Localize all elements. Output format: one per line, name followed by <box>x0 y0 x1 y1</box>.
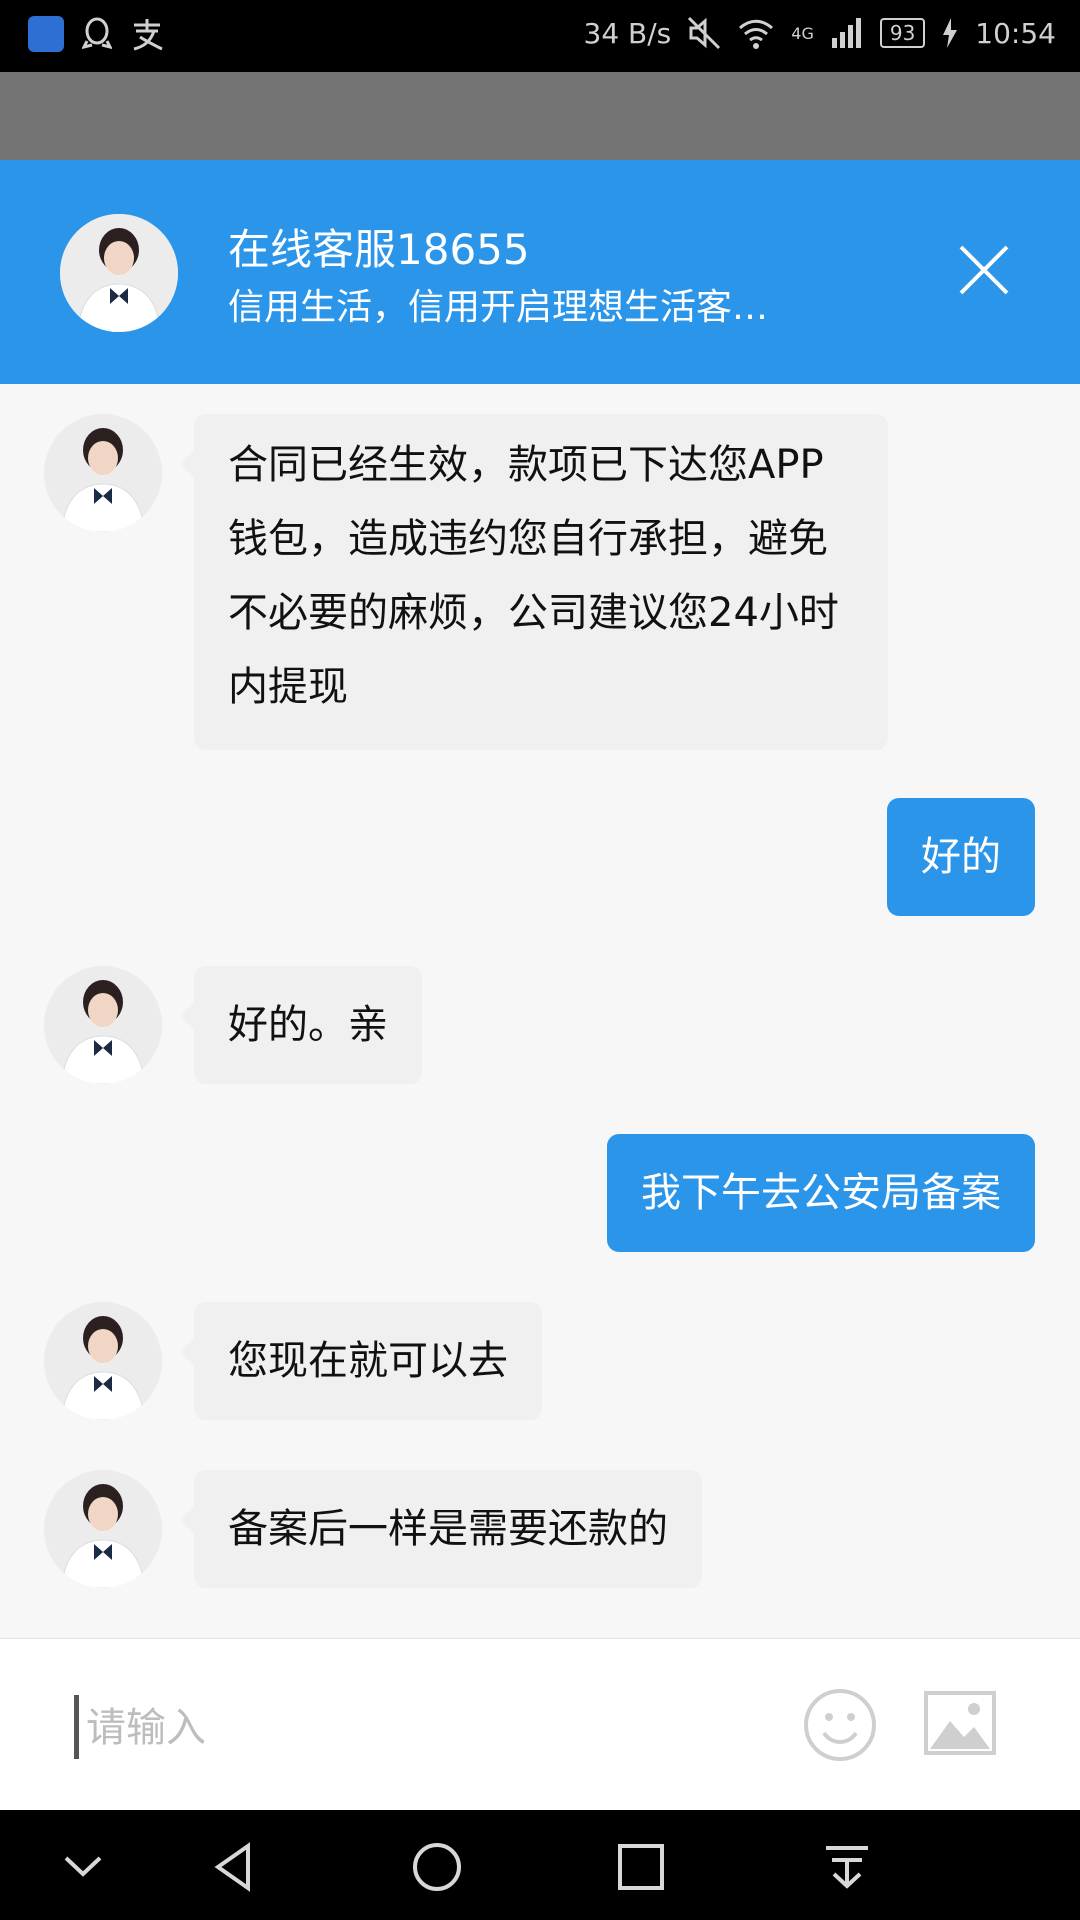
image-icon[interactable] <box>924 1691 996 1755</box>
input-bar <box>0 1638 1080 1811</box>
agent-avatar <box>44 1470 162 1588</box>
status-bar: 34 B/s 4G 93 10:54 <box>0 0 1080 72</box>
user-message-bubble: 我下午去公安局备案 <box>607 1134 1035 1252</box>
dimmed-background <box>0 72 1080 160</box>
recents-icon[interactable] <box>614 1840 668 1894</box>
text-cursor <box>74 1695 79 1759</box>
app-notification-icon <box>28 16 64 52</box>
agent-avatar <box>44 966 162 1084</box>
alipay-icon <box>133 19 163 51</box>
notification-pulldown-icon[interactable] <box>820 1840 874 1894</box>
message-input[interactable] <box>84 1691 688 1765</box>
back-icon[interactable] <box>208 1840 262 1894</box>
agent-avatar <box>60 214 178 332</box>
network-speed: 34 B/s <box>583 16 672 50</box>
chat-subtitle: 信用生活，信用开启理想生活客… <box>228 287 769 328</box>
agent-avatar <box>44 414 162 532</box>
user-message-bubble: 好的 <box>887 798 1035 916</box>
agent-avatar <box>44 1302 162 1420</box>
clock: 10:54 <box>975 16 1056 50</box>
qq-icon <box>82 17 112 50</box>
network-type: 4G <box>791 23 814 43</box>
agent-message-bubble: 您现在就可以去 <box>180 1302 542 1420</box>
close-icon[interactable] <box>958 244 1010 296</box>
wifi-icon <box>739 19 774 49</box>
battery-level: 93 <box>879 18 926 48</box>
chat-header: 在线客服18655 信用生活，信用开启理想生活客… <box>0 160 1080 384</box>
agent-message-bubble: 合同已经生效，款项已下达您APP钱包，造成违约您自行承担，避免不必要的麻烦，公司… <box>180 414 888 750</box>
signal-icon <box>831 18 861 48</box>
agent-message-bubble: 备案后一样是需要还款的 <box>180 1470 702 1588</box>
charging-icon <box>943 18 958 48</box>
mute-icon <box>688 16 721 50</box>
system-nav-bar <box>0 1810 1080 1920</box>
chat-title: 在线客服18655 <box>228 225 530 274</box>
home-icon[interactable] <box>410 1840 464 1894</box>
chevron-down-icon[interactable] <box>56 1840 110 1894</box>
agent-message-bubble: 好的。亲 <box>180 966 422 1084</box>
emoji-icon[interactable] <box>802 1687 878 1763</box>
